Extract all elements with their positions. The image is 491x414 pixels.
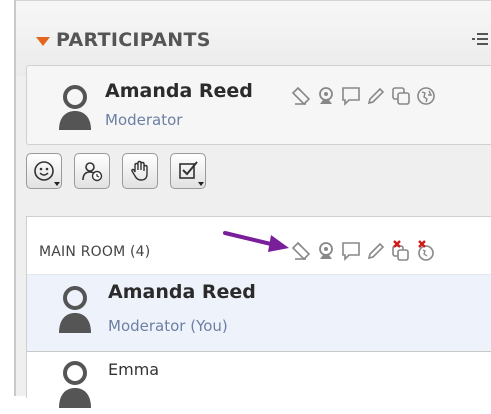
participant-name: Amanda Reed bbox=[108, 281, 256, 303]
checkbox-icon bbox=[179, 161, 198, 179]
collapse-triangle-icon[interactable] bbox=[36, 37, 50, 46]
person-clock-icon bbox=[82, 162, 103, 182]
annotation-arrow-icon bbox=[223, 231, 289, 252]
avatar-icon bbox=[57, 285, 93, 339]
my-status-icons bbox=[289, 84, 439, 108]
my-status-card: Amanda Reed Moderator bbox=[26, 65, 491, 145]
pencil-icon bbox=[364, 84, 388, 108]
status-toolbar bbox=[26, 153, 218, 189]
room-permission-icons bbox=[289, 239, 439, 263]
chat-icon[interactable] bbox=[339, 239, 363, 263]
webcam-icon[interactable] bbox=[314, 239, 338, 263]
webcam-icon bbox=[314, 84, 338, 108]
dropdown-arrow-icon bbox=[198, 182, 204, 186]
main-room-title: MAIN ROOM (4) bbox=[39, 244, 151, 260]
panel-menu-icon[interactable] bbox=[472, 31, 488, 50]
chat-icon bbox=[339, 84, 363, 108]
smiley-icon bbox=[34, 161, 54, 181]
globe-icon bbox=[414, 84, 438, 108]
avatar-icon bbox=[57, 360, 93, 414]
my-role: Moderator bbox=[105, 111, 183, 129]
share-presenter-icon bbox=[289, 84, 313, 108]
poll-button[interactable] bbox=[170, 153, 206, 189]
dropdown-arrow-icon bbox=[54, 182, 60, 186]
globe-denied-icon[interactable] bbox=[414, 239, 438, 263]
participant-role: Moderator (You) bbox=[108, 317, 228, 335]
raise-hand-button[interactable] bbox=[122, 153, 158, 189]
participant-row[interactable]: Emma bbox=[27, 352, 491, 408]
my-name: Amanda Reed bbox=[105, 80, 253, 102]
emoticon-button[interactable] bbox=[26, 153, 62, 189]
copy-denied-icon[interactable] bbox=[389, 239, 413, 263]
copy-icon bbox=[389, 84, 413, 108]
main-room-section: MAIN ROOM (4) Amanda Reed Moderator (You… bbox=[26, 216, 491, 408]
share-presenter-icon[interactable] bbox=[289, 239, 313, 263]
participant-name: Emma bbox=[108, 360, 160, 379]
avatar-icon bbox=[57, 84, 93, 136]
hand-icon bbox=[131, 160, 148, 181]
participant-row-selected[interactable]: Amanda Reed Moderator (You) bbox=[27, 274, 491, 352]
participants-panel: PARTICIPANTS Amanda Reed Moderator MAIN … bbox=[14, 0, 491, 408]
panel-title: PARTICIPANTS bbox=[56, 29, 211, 51]
away-status-button[interactable] bbox=[74, 153, 110, 189]
pencil-icon[interactable] bbox=[364, 239, 388, 263]
